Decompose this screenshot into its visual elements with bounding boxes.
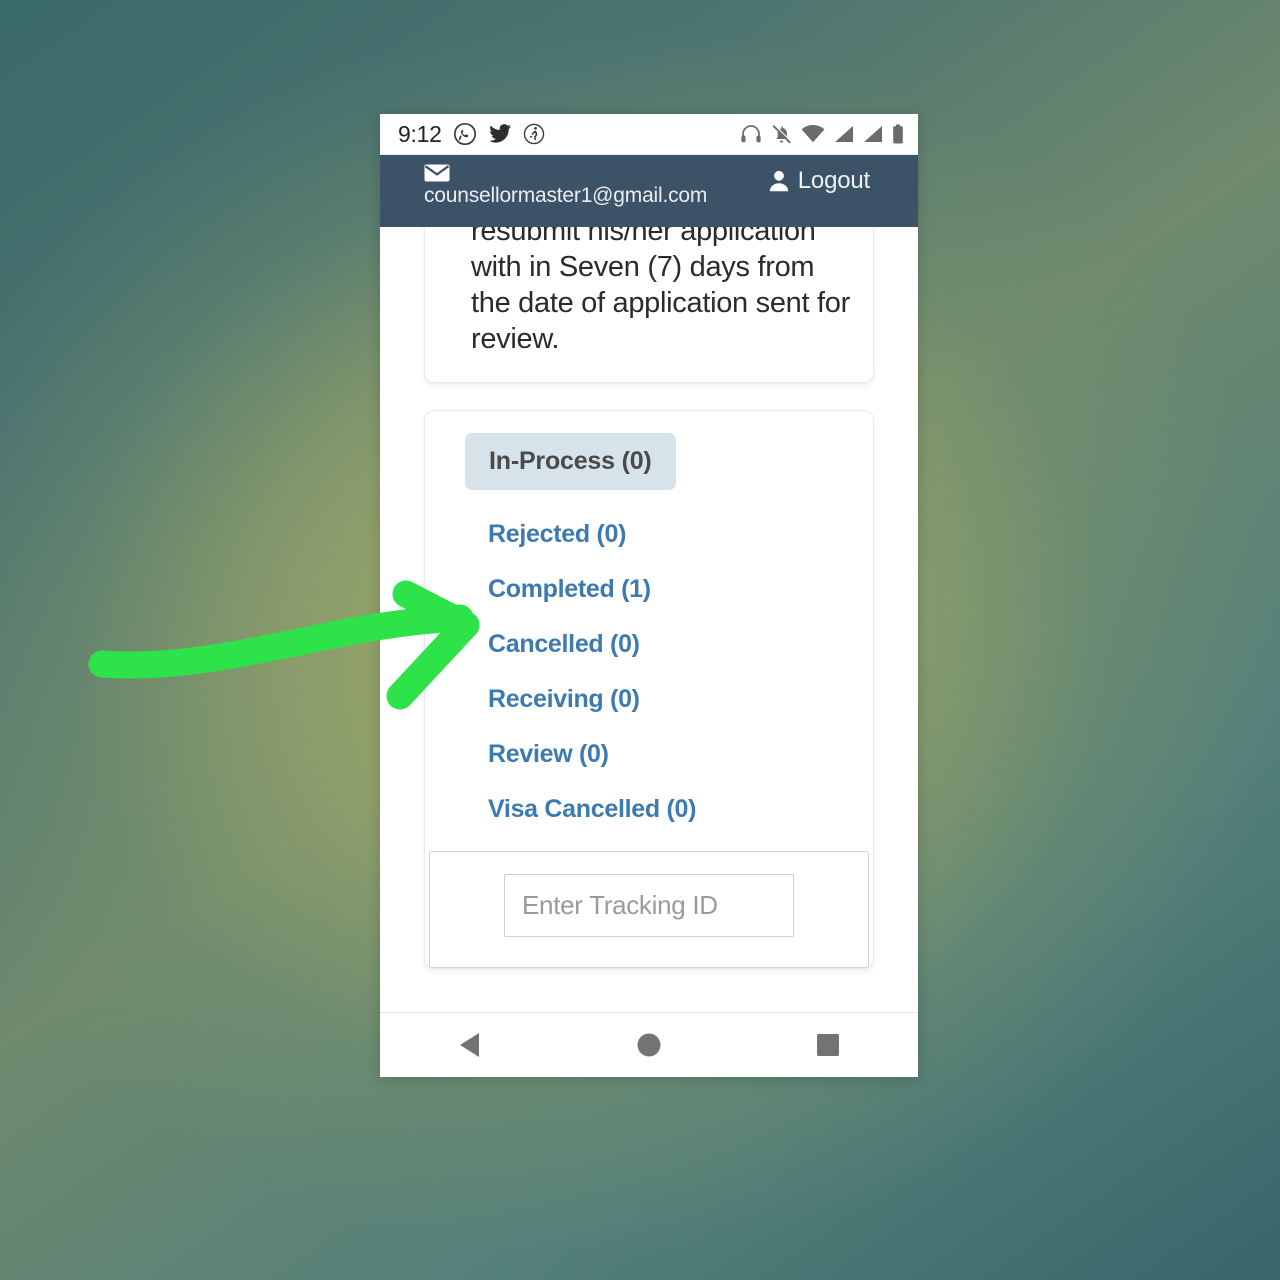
status-filter-in-process[interactable]: In-Process (0) [465,432,676,490]
twitter-icon [488,124,511,143]
status-filter-review[interactable]: Review (0) [465,727,873,782]
status-filter-receiving[interactable]: Receiving (0) [465,672,873,727]
home-button[interactable] [604,1022,694,1068]
status-bar-clock: 9:12 [398,120,442,147]
android-navigation-bar [380,1012,918,1077]
logout-label: Logout [797,167,870,194]
notice-text: resubmit his/her application with in Sev… [471,227,850,355]
status-filter-visa-cancelled[interactable]: Visa Cancelled (0) [465,782,873,837]
phone-screen: 9:12 counsellormaster1@gmail.com Logout … [380,114,918,1077]
signal-1-icon [835,126,853,142]
status-filter-rejected[interactable]: Rejected (0) [465,507,873,562]
status-filter-completed[interactable]: Completed (1) [465,562,873,617]
logout-button[interactable]: Logout [769,167,870,195]
envelope-icon [424,164,450,182]
android-status-bar: 9:12 [380,114,918,155]
circle-home-icon [637,1033,661,1057]
wifi-icon [801,125,825,143]
whatsapp-icon [453,122,476,146]
fitness-activity-icon [523,123,544,145]
signal-2-icon [864,126,882,142]
app-header-bar: counsellormaster1@gmail.com Logout [380,155,918,227]
recents-button[interactable] [783,1022,873,1068]
status-bar-left: 9:12 [398,121,545,148]
headphones-icon [741,125,761,143]
account-email-block: counsellormaster1@gmail.com [424,163,707,208]
tracking-search-box [429,850,869,968]
back-button[interactable] [425,1022,515,1068]
status-filter-list: In-Process (0) Rejected (0) Completed (1… [425,432,873,837]
notice-card: resubmit his/her application with in Sev… [424,227,874,383]
account-email: counsellormaster1@gmail.com [424,184,708,207]
status-filter-card: In-Process (0) Rejected (0) Completed (1… [424,409,874,969]
screenshot-backdrop: 9:12 counsellormaster1@gmail.com Logout … [0,0,1280,1280]
tracking-id-input[interactable] [504,873,794,937]
square-recents-icon [817,1034,840,1056]
user-icon [769,170,788,192]
page-content: resubmit his/her application with in Sev… [380,227,918,1012]
notifications-muted-icon [772,124,792,143]
status-filter-cancelled[interactable]: Cancelled (0) [465,617,873,672]
battery-icon [893,124,903,144]
status-bar-right [740,124,904,145]
triangle-back-icon [459,1033,479,1057]
